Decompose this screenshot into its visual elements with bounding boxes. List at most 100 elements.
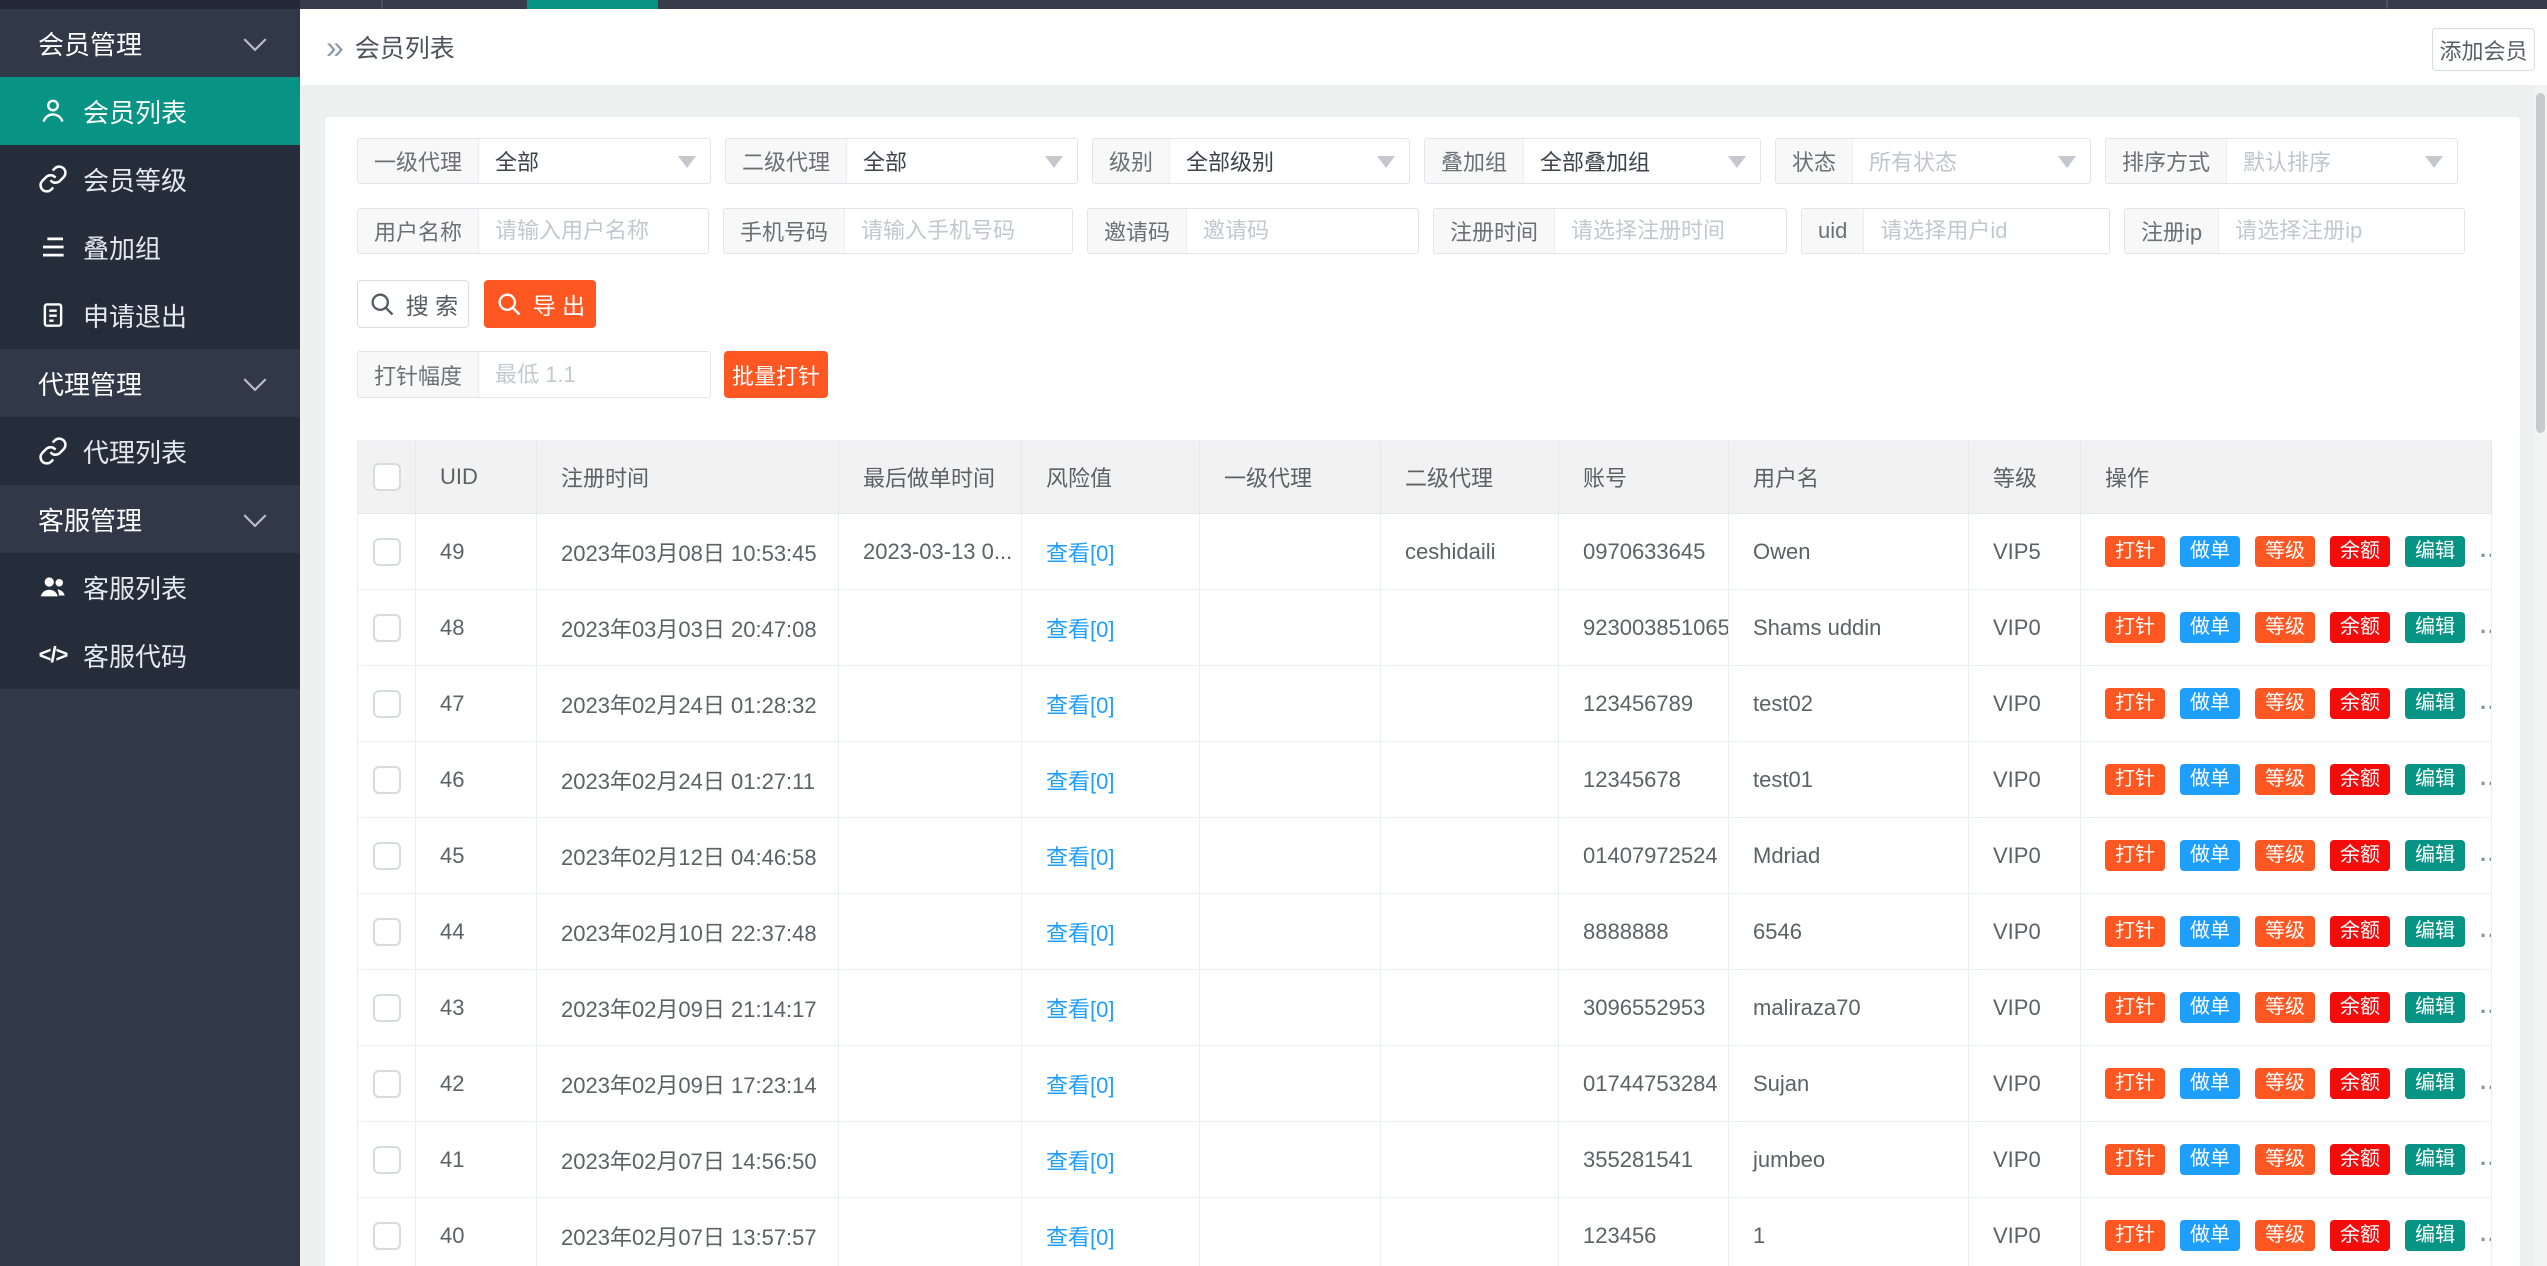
- sidebar-item[interactable]: 会员列表: [0, 77, 300, 145]
- action-level-button[interactable]: 等级: [2255, 916, 2315, 947]
- risk-view-link[interactable]: 查看[0]: [1046, 617, 1114, 642]
- risk-view-link[interactable]: 查看[0]: [1046, 541, 1114, 566]
- action-edit-button[interactable]: 编辑: [2405, 688, 2465, 719]
- row-checkbox[interactable]: [373, 766, 401, 794]
- action-edit-button[interactable]: 编辑: [2405, 916, 2465, 947]
- more-actions[interactable]: ...: [2480, 993, 2492, 1018]
- action-balance-button[interactable]: 余额: [2330, 1068, 2390, 1099]
- inject-amplitude-input[interactable]: [479, 352, 710, 397]
- action-balance-button[interactable]: 余额: [2330, 688, 2390, 719]
- risk-view-link[interactable]: 查看[0]: [1046, 1149, 1114, 1174]
- row-checkbox[interactable]: [373, 1070, 401, 1098]
- sidebar-section-toggle[interactable]: 代理管理: [0, 349, 300, 417]
- more-actions[interactable]: ...: [2480, 917, 2492, 942]
- action-balance-button[interactable]: 余额: [2330, 840, 2390, 871]
- action-inject-button[interactable]: 打针: [2105, 688, 2165, 719]
- action-balance-button[interactable]: 余额: [2330, 764, 2390, 795]
- action-inject-button[interactable]: 打针: [2105, 1068, 2165, 1099]
- risk-view-link[interactable]: 查看[0]: [1046, 921, 1114, 946]
- action-balance-button[interactable]: 余额: [2330, 536, 2390, 567]
- action-edit-button[interactable]: 编辑: [2405, 1144, 2465, 1175]
- action-balance-button[interactable]: 余额: [2330, 992, 2390, 1023]
- more-actions[interactable]: ...: [2480, 689, 2492, 714]
- action-balance-button[interactable]: 余额: [2330, 1144, 2390, 1175]
- sidebar-item[interactable]: 叠加组: [0, 213, 300, 281]
- sidebar-item[interactable]: </> 客服代码: [0, 621, 300, 689]
- export-button[interactable]: 导 出: [484, 280, 596, 328]
- more-actions[interactable]: ...: [2480, 1145, 2492, 1170]
- active-tab-indicator[interactable]: [527, 0, 658, 9]
- filter-input[interactable]: [1555, 209, 1786, 253]
- filter-input[interactable]: [845, 209, 1072, 253]
- action-balance-button[interactable]: 余额: [2330, 916, 2390, 947]
- filter-input[interactable]: [479, 209, 708, 253]
- more-actions[interactable]: ...: [2480, 841, 2492, 866]
- action-order-button[interactable]: 做单: [2180, 916, 2240, 947]
- risk-view-link[interactable]: 查看[0]: [1046, 769, 1114, 794]
- row-checkbox[interactable]: [373, 994, 401, 1022]
- action-order-button[interactable]: 做单: [2180, 612, 2240, 643]
- sidebar-section-toggle[interactable]: 客服管理: [0, 485, 300, 553]
- sidebar-section-toggle[interactable]: 会员管理: [0, 9, 300, 77]
- action-order-button[interactable]: 做单: [2180, 688, 2240, 719]
- action-level-button[interactable]: 等级: [2255, 1220, 2315, 1251]
- action-inject-button[interactable]: 打针: [2105, 1144, 2165, 1175]
- action-level-button[interactable]: 等级: [2255, 612, 2315, 643]
- sidebar-item[interactable]: 会员等级: [0, 145, 300, 213]
- action-inject-button[interactable]: 打针: [2105, 916, 2165, 947]
- sidebar-item[interactable]: 客服列表: [0, 553, 300, 621]
- row-checkbox[interactable]: [373, 538, 401, 566]
- filter-select[interactable]: 一级代理 全部: [357, 138, 711, 184]
- action-level-button[interactable]: 等级: [2255, 840, 2315, 871]
- search-button[interactable]: 搜 索: [357, 280, 469, 328]
- more-actions[interactable]: ...: [2480, 613, 2492, 638]
- filter-select[interactable]: 级别 全部级别: [1092, 138, 1410, 184]
- action-balance-button[interactable]: 余额: [2330, 612, 2390, 643]
- filter-select[interactable]: 二级代理 全部: [725, 138, 1078, 184]
- row-checkbox[interactable]: [373, 614, 401, 642]
- filter-input[interactable]: [2219, 209, 2464, 253]
- action-edit-button[interactable]: 编辑: [2405, 992, 2465, 1023]
- scrollbar-thumb[interactable]: [2536, 93, 2545, 433]
- action-level-button[interactable]: 等级: [2255, 688, 2315, 719]
- more-actions[interactable]: ...: [2480, 537, 2492, 562]
- action-edit-button[interactable]: 编辑: [2405, 840, 2465, 871]
- action-level-button[interactable]: 等级: [2255, 1068, 2315, 1099]
- action-level-button[interactable]: 等级: [2255, 764, 2315, 795]
- risk-view-link[interactable]: 查看[0]: [1046, 1225, 1114, 1250]
- action-order-button[interactable]: 做单: [2180, 1144, 2240, 1175]
- risk-view-link[interactable]: 查看[0]: [1046, 693, 1114, 718]
- action-order-button[interactable]: 做单: [2180, 1068, 2240, 1099]
- action-order-button[interactable]: 做单: [2180, 536, 2240, 567]
- more-actions[interactable]: ...: [2480, 1221, 2492, 1246]
- action-inject-button[interactable]: 打针: [2105, 536, 2165, 567]
- action-inject-button[interactable]: 打针: [2105, 764, 2165, 795]
- action-edit-button[interactable]: 编辑: [2405, 764, 2465, 795]
- sidebar-item[interactable]: 申请退出: [0, 281, 300, 349]
- action-balance-button[interactable]: 余额: [2330, 1220, 2390, 1251]
- action-edit-button[interactable]: 编辑: [2405, 1220, 2465, 1251]
- filter-select[interactable]: 叠加组 全部叠加组: [1424, 138, 1761, 184]
- risk-view-link[interactable]: 查看[0]: [1046, 845, 1114, 870]
- action-level-button[interactable]: 等级: [2255, 536, 2315, 567]
- filter-input[interactable]: [1187, 209, 1418, 253]
- action-edit-button[interactable]: 编辑: [2405, 612, 2465, 643]
- row-checkbox[interactable]: [373, 690, 401, 718]
- action-order-button[interactable]: 做单: [2180, 1220, 2240, 1251]
- risk-view-link[interactable]: 查看[0]: [1046, 1073, 1114, 1098]
- action-edit-button[interactable]: 编辑: [2405, 1068, 2465, 1099]
- action-inject-button[interactable]: 打针: [2105, 1220, 2165, 1251]
- action-order-button[interactable]: 做单: [2180, 992, 2240, 1023]
- action-order-button[interactable]: 做单: [2180, 764, 2240, 795]
- row-checkbox[interactable]: [373, 842, 401, 870]
- action-level-button[interactable]: 等级: [2255, 992, 2315, 1023]
- more-actions[interactable]: ...: [2480, 765, 2492, 790]
- action-order-button[interactable]: 做单: [2180, 840, 2240, 871]
- row-checkbox[interactable]: [373, 918, 401, 946]
- more-actions[interactable]: ...: [2480, 1069, 2492, 1094]
- sidebar-item[interactable]: 代理列表: [0, 417, 300, 485]
- action-inject-button[interactable]: 打针: [2105, 840, 2165, 871]
- filter-input[interactable]: [1864, 209, 2109, 253]
- risk-view-link[interactable]: 查看[0]: [1046, 997, 1114, 1022]
- select-all-checkbox[interactable]: [373, 463, 401, 491]
